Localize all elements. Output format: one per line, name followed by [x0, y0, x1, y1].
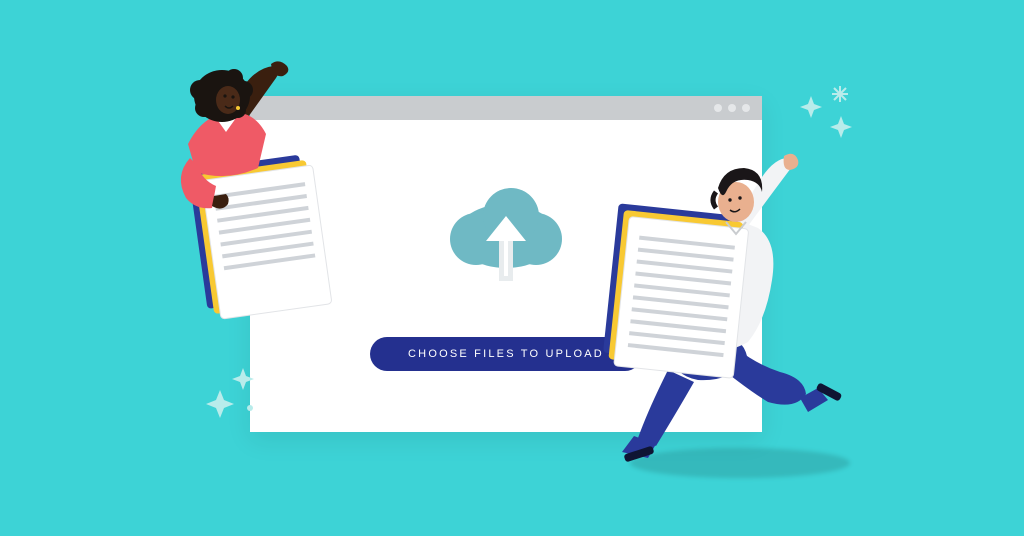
person-left-illustration: [116, 60, 376, 340]
person-right-illustration: [548, 110, 878, 480]
